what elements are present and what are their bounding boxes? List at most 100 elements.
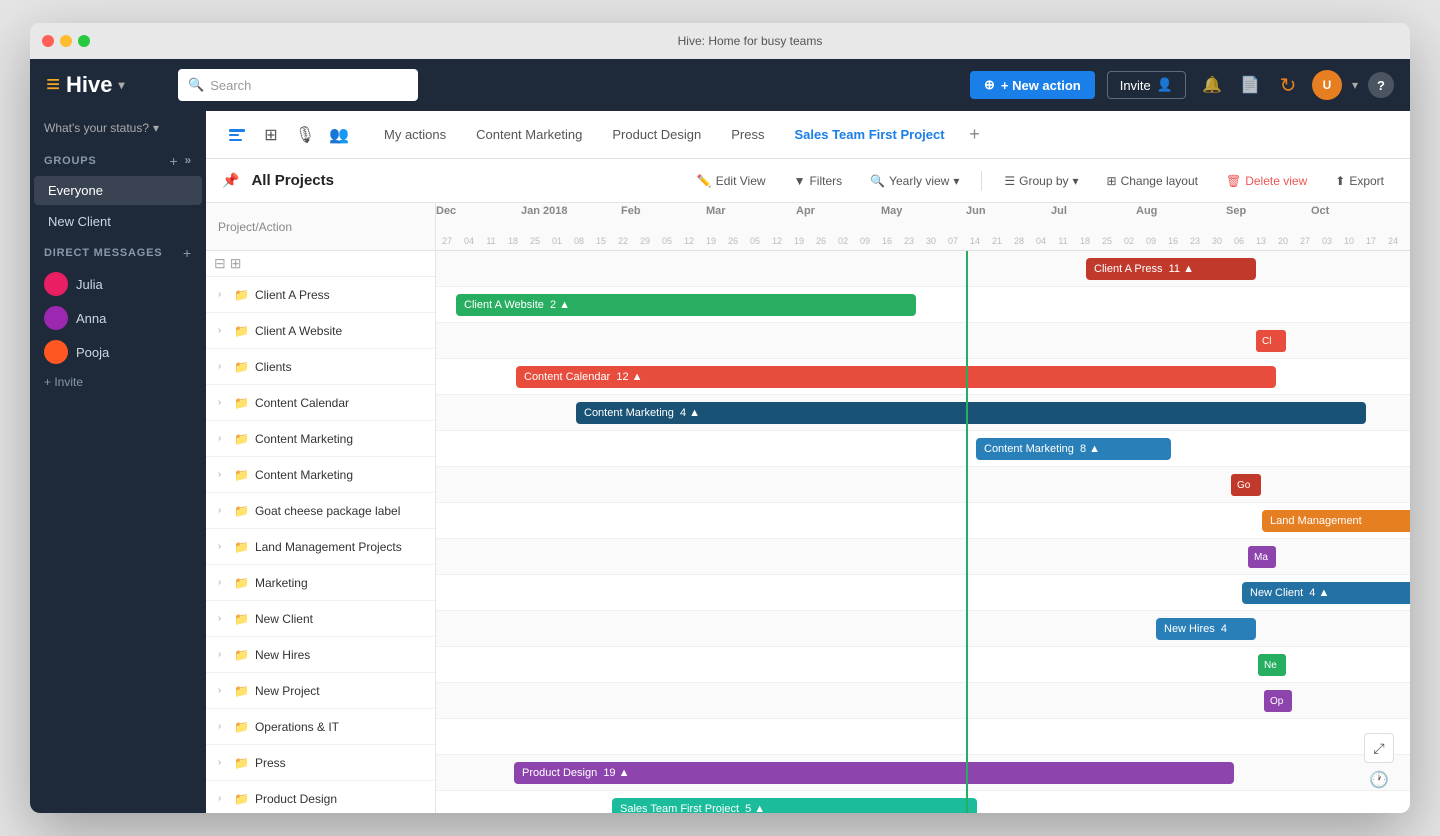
month-jun: Jun	[966, 205, 986, 217]
timeline-body: Client A Press 11 ▲ Client A Website 2 ▲…	[436, 251, 1410, 813]
export-label: Export	[1349, 174, 1384, 188]
history-button[interactable]: 🕐	[1364, 765, 1394, 795]
project-row-product-design[interactable]: › 📁 Product Design	[206, 781, 435, 813]
project-row-new-project[interactable]: › 📁 New Project	[206, 673, 435, 709]
export-button[interactable]: ⬆ Export	[1325, 169, 1394, 193]
delete-view-label: Delete view	[1245, 174, 1307, 188]
change-layout-icon: ⊞	[1107, 174, 1117, 188]
project-row-new-client[interactable]: › 📁 New Client	[206, 601, 435, 637]
project-row-press[interactable]: › 📁 Press	[206, 745, 435, 781]
minimize-button[interactable]	[60, 35, 72, 47]
dm-pooja[interactable]: Pooja	[30, 335, 206, 369]
expand-arrow-icon: ›	[218, 757, 230, 768]
people-icon[interactable]: 👥	[324, 120, 354, 150]
change-layout-button[interactable]: ⊞ Change layout	[1097, 169, 1208, 193]
gantt-bar-product-design[interactable]: Product Design 19 ▲	[514, 762, 1234, 784]
project-row-marketing[interactable]: › 📁 Marketing	[206, 565, 435, 601]
mic-icon[interactable]: 🎙	[290, 120, 320, 150]
folder-icon: 📁	[234, 576, 249, 590]
sidebar-item-newclient[interactable]: New Client	[34, 207, 202, 236]
groups-expand-button[interactable]: »	[185, 153, 192, 169]
gantt-bar-content-calendar[interactable]: Content Calendar 12 ▲	[516, 366, 1276, 388]
help-icon[interactable]: ?	[1368, 72, 1394, 98]
gantt-area[interactable]: Project/Action ⊟ ⊞ › 📁 Client A Press	[206, 203, 1410, 813]
gantt-bar-clients-mini[interactable]: Cl	[1256, 330, 1286, 352]
timeline-header: Dec Jan 2018 Feb Mar Apr May Jun Jul Aug…	[436, 203, 1410, 251]
dm-julia[interactable]: Julia	[30, 267, 206, 301]
invite-button[interactable]: Invite 👤	[1107, 71, 1186, 99]
gantt-bar-content-marketing-2[interactable]: Content Marketing 8 ▲	[976, 438, 1171, 460]
table-view-icon[interactable]: ⊞	[256, 120, 286, 150]
body: What's your status? ▾ GROUPS + » Everyon…	[30, 111, 1410, 813]
gantt-bar-ops-it-mini[interactable]: Op	[1264, 690, 1292, 712]
sidebar-item-everyone[interactable]: Everyone	[34, 176, 202, 205]
tab-content-marketing[interactable]: Content Marketing	[462, 119, 596, 150]
project-row-operations-it[interactable]: › 📁 Operations & IT	[206, 709, 435, 745]
notifications-icon[interactable]: 🔔	[1198, 71, 1226, 99]
julia-name: Julia	[76, 277, 103, 292]
dm-add-button[interactable]: +	[183, 245, 192, 261]
gantt-bar-land-management[interactable]: Land Management	[1262, 510, 1410, 532]
project-row-content-marketing-2[interactable]: › 📁 Content Marketing	[206, 457, 435, 493]
project-row-client-a-website[interactable]: › 📁 Client A Website	[206, 313, 435, 349]
new-action-button[interactable]: ⊕ + New action	[970, 71, 1095, 99]
anna-name: Anna	[76, 311, 106, 326]
groups-add-button[interactable]: +	[170, 153, 179, 169]
gantt-bar-marketing-mini[interactable]: Ma	[1248, 546, 1276, 568]
project-row-content-marketing-1[interactable]: › 📁 Content Marketing	[206, 421, 435, 457]
filters-button[interactable]: ▼ Filters	[784, 169, 853, 193]
search-bar[interactable]: 🔍 Search	[178, 69, 418, 101]
expand-arrow-icon: ›	[218, 793, 230, 804]
gantt-toolbar: 📌 All Projects ✏️ Edit View ▼ Filters 🔍 …	[206, 159, 1410, 203]
tab-my-actions[interactable]: My actions	[370, 119, 460, 150]
sync-icon[interactable]: ↻	[1274, 71, 1302, 99]
expand-arrow-icon: ›	[218, 505, 230, 516]
project-row-client-a-press[interactable]: › 📁 Client A Press	[206, 277, 435, 313]
maximize-button[interactable]	[78, 35, 90, 47]
toolbar-divider-1	[981, 171, 982, 191]
yearly-view-button[interactable]: 🔍 Yearly view ▾	[860, 169, 969, 193]
edit-view-label: Edit View	[716, 174, 766, 188]
gantt-bar-new-hires[interactable]: New Hires 4	[1156, 618, 1256, 640]
user-avatar[interactable]: U	[1312, 70, 1342, 100]
new-action-icon: ⊕	[984, 77, 995, 93]
gantt-bar-client-a-press[interactable]: Client A Press 11 ▲	[1086, 258, 1256, 280]
project-name: New Client	[255, 612, 313, 626]
gantt-bar-goat-cheese-mini[interactable]: Go	[1231, 474, 1261, 496]
project-row-new-hires[interactable]: › 📁 New Hires	[206, 637, 435, 673]
dm-anna[interactable]: Anna	[30, 301, 206, 335]
gantt-bar-content-marketing-1[interactable]: Content Marketing 4 ▲	[576, 402, 1366, 424]
window-title: Hive: Home for busy teams	[102, 34, 1398, 48]
add-tab-button[interactable]: +	[961, 121, 989, 149]
project-row-goat-cheese[interactable]: › 📁 Goat cheese package label	[206, 493, 435, 529]
invite-link[interactable]: + Invite	[30, 369, 206, 395]
project-row-clients[interactable]: › 📁 Clients	[206, 349, 435, 385]
expand-all-icon[interactable]: ⊞	[230, 255, 242, 272]
tab-product-design[interactable]: Product Design	[598, 119, 715, 150]
logo[interactable]: ≡ Hive ▾	[46, 72, 166, 98]
gantt-view-icon[interactable]	[222, 120, 252, 150]
edit-view-button[interactable]: ✏️ Edit View	[687, 169, 776, 193]
project-row-content-calendar[interactable]: › 📁 Content Calendar	[206, 385, 435, 421]
gantt-bar-client-a-website[interactable]: Client A Website 2 ▲	[456, 294, 916, 316]
documents-icon[interactable]: 📄	[1236, 71, 1264, 99]
collapse-all-icon[interactable]: ⊟	[214, 255, 226, 272]
expand-fullscreen-button[interactable]: ⤢	[1364, 733, 1394, 763]
gantt-bar-new-project-mini[interactable]: Ne	[1258, 654, 1286, 676]
group-by-button[interactable]: ☰ Group by ▾	[994, 169, 1088, 193]
project-row-land-management[interactable]: › 📁 Land Management Projects	[206, 529, 435, 565]
delete-view-button[interactable]: 🗑 Delete view	[1216, 169, 1317, 193]
logo-text: Hive	[66, 72, 112, 98]
gantt-bar-sales-team[interactable]: Sales Team First Project 5 ▲	[612, 798, 977, 813]
pooja-avatar	[44, 340, 68, 364]
project-action-label: Project/Action	[218, 220, 292, 234]
folder-icon: 📁	[234, 288, 249, 302]
gantt-bar-new-client[interactable]: New Client 4 ▲	[1242, 582, 1410, 604]
close-button[interactable]	[42, 35, 54, 47]
status-bar[interactable]: What's your status? ▾	[30, 111, 206, 145]
folder-icon: 📁	[234, 432, 249, 446]
tab-sales-team[interactable]: Sales Team First Project	[781, 119, 959, 150]
traffic-lights	[42, 35, 90, 47]
folder-icon: 📁	[234, 540, 249, 554]
tab-press[interactable]: Press	[717, 119, 778, 150]
